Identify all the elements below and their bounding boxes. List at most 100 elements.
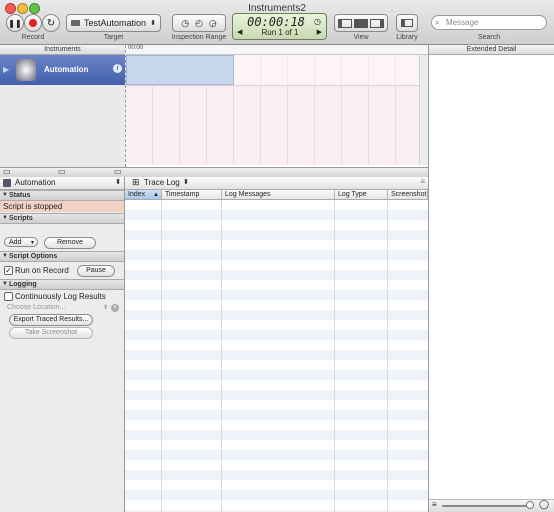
previous-run-icon[interactable]: ◀	[237, 28, 242, 36]
chevron-updown-icon[interactable]: ⬍	[183, 178, 189, 186]
trace-log-table-body[interactable]	[125, 200, 428, 512]
column-header-label: Index	[128, 191, 146, 198]
pause-icon: ❚❚	[8, 18, 22, 28]
run-timer: 00:00:18 ◷ ◀ Run 1 of 1 ▶	[232, 13, 327, 40]
table-icon: ⊞	[132, 177, 140, 187]
column-header-screenshot[interactable]: Screenshot	[388, 190, 428, 200]
library-button[interactable]	[396, 14, 418, 32]
loop-icon: ↻	[46, 17, 56, 29]
view-segmented-control[interactable]	[334, 14, 388, 32]
search-icon: ⌕	[435, 18, 440, 27]
column-header-timestamp[interactable]: Timestamp	[162, 190, 222, 200]
instruments-panel: Instruments ▶ Automation i	[0, 45, 125, 167]
view-right-pane-icon[interactable]	[370, 18, 384, 28]
add-script-button[interactable]: Add ▾	[4, 237, 38, 247]
view-left-pane-icon[interactable]	[338, 18, 352, 28]
record-button[interactable]	[24, 14, 42, 32]
timer-value: 00:00:18	[247, 15, 305, 29]
track-area[interactable]	[126, 55, 420, 165]
pause-button[interactable]: ❚❚	[6, 14, 24, 32]
trace-log-bar: ⊞ Trace Log ⬍ ≡	[125, 177, 428, 190]
inspection-range-label: Inspection Range	[171, 34, 227, 41]
chevron-updown-icon: ⬍	[115, 179, 121, 186]
range-end-icon[interactable]: ◶	[209, 18, 217, 29]
pause-script-button[interactable]: Pause	[77, 265, 115, 277]
info-icon[interactable]: i	[113, 64, 122, 73]
timeline-vertical-scrollbar[interactable]	[419, 55, 428, 165]
instruments-header: Instruments	[0, 45, 125, 55]
list-options-icon[interactable]: ≡	[432, 500, 437, 509]
status-section-header[interactable]: ▼ Status	[0, 190, 124, 201]
continuous-log-checkbox[interactable]	[4, 292, 13, 301]
run-on-record-label: Run on Record	[15, 266, 69, 275]
search-label: Search	[477, 34, 501, 41]
choose-location-label: Choose Location...	[7, 304, 66, 311]
extended-detail-footer: ≡ ◯	[429, 499, 554, 512]
instrument-select[interactable]: Automation ⬍	[0, 177, 124, 190]
column-header-index[interactable]: Index ▲	[125, 190, 162, 200]
zoom-icon[interactable]: ◯	[539, 499, 549, 510]
zoom-slider-knob[interactable]	[526, 501, 534, 509]
trace-log-select[interactable]: Trace Log	[144, 178, 180, 187]
column-header-log-messages[interactable]: Log Messages	[222, 190, 335, 200]
search-placeholder: Message	[446, 18, 479, 27]
logging-header-label: Logging	[9, 281, 37, 288]
take-screenshot-button[interactable]: Take Screenshot	[9, 327, 93, 339]
disclosure-triangle-icon[interactable]: ▶	[3, 65, 9, 74]
export-traced-results-button[interactable]: Export Traced Results...	[9, 314, 93, 326]
column-divider	[387, 200, 388, 512]
remove-script-button[interactable]: Remove	[44, 237, 96, 249]
continuous-log-label: Continuously Log Results	[15, 292, 106, 301]
column-divider	[334, 200, 335, 512]
extended-detail-panel: Extended Detail ≡ ◯	[428, 45, 554, 512]
range-clear-icon[interactable]: ◴	[195, 18, 203, 29]
instrument-select-value: Automation	[15, 178, 56, 187]
logging-section-header[interactable]: ▼ Logging	[0, 279, 124, 290]
collapse-triangle-icon: ▼	[2, 281, 8, 287]
instrument-name: Automation	[44, 65, 89, 74]
record-icon	[29, 19, 37, 27]
checkmark-icon: ✓	[5, 266, 12, 275]
add-instrument-icon[interactable]: ▭	[3, 167, 11, 176]
add-label: Add	[9, 239, 22, 246]
track-display-icon[interactable]: ▭	[114, 167, 122, 176]
script-options-header-label: Script Options	[9, 253, 58, 260]
range-start-icon[interactable]: ◷	[181, 18, 189, 29]
restart-button[interactable]: ↻	[42, 14, 60, 32]
toolbar: Instruments2 ❚❚ ↻ Record TestAutomation …	[0, 0, 554, 45]
view-bottom-pane-icon[interactable]	[354, 18, 368, 28]
status-text: Script is stopped	[0, 201, 124, 212]
timeline-panel[interactable]: 00:00	[125, 45, 429, 167]
instrument-row-automation[interactable]: ▶ Automation i	[0, 55, 125, 85]
next-run-icon[interactable]: ▶	[317, 28, 322, 36]
column-header-log-type[interactable]: Log Type	[335, 190, 388, 200]
target-select[interactable]: TestAutomation ⬍	[66, 14, 161, 32]
run-on-record-checkbox[interactable]: ✓	[4, 266, 13, 275]
recorded-run-range[interactable]	[126, 55, 234, 85]
search-input[interactable]: ⌕ Message	[431, 15, 547, 30]
timeline-ruler[interactable]: 00:00	[126, 45, 429, 55]
column-options-icon[interactable]: ≡	[420, 177, 425, 186]
status-header-label: Status	[9, 192, 31, 199]
choose-location-select[interactable]: Choose Location... ⬍	[4, 303, 108, 313]
target-value: TestAutomation	[84, 18, 147, 28]
zoom-slider-track[interactable]	[442, 505, 532, 507]
device-icon	[71, 20, 80, 26]
automation-small-icon	[3, 179, 11, 187]
record-label: Record	[21, 34, 45, 41]
inspection-range-control[interactable]: ◷ ◴ ◶	[172, 14, 226, 32]
script-options-section-header[interactable]: ▼ Script Options	[0, 251, 124, 262]
instrument-inspector: Automation ⬍ ▼ Status Script is stopped …	[0, 177, 125, 512]
extended-detail-header: Extended Detail	[429, 45, 554, 55]
chevron-updown-icon: ⬍	[102, 305, 108, 311]
clear-location-icon[interactable]: ×	[111, 304, 119, 312]
target-label: Target	[103, 34, 124, 41]
view-label: View	[353, 34, 369, 41]
chevron-updown-icon: ⬍	[150, 20, 156, 27]
toggle-pane-icon[interactable]: ▭	[58, 167, 66, 176]
column-divider	[161, 200, 162, 512]
dropdown-arrow-icon: ▾	[30, 240, 34, 246]
run-label: Run 1 of 1	[261, 28, 299, 37]
scripts-section-header[interactable]: ▼ Scripts	[0, 213, 124, 224]
collapse-triangle-icon: ▼	[2, 192, 8, 198]
